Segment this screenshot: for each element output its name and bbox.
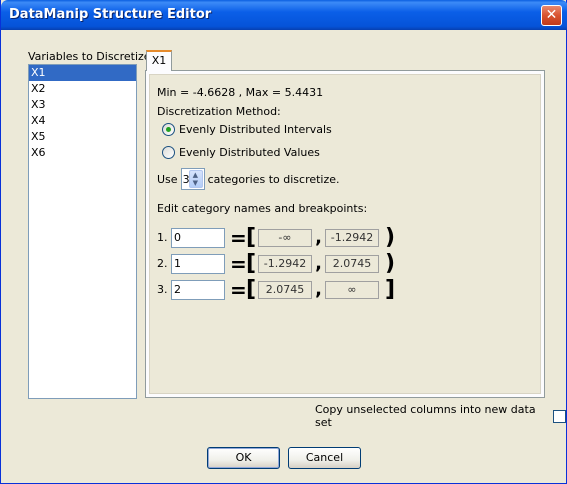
radio-label: Evenly Distributed Intervals	[179, 122, 332, 136]
title-bar[interactable]: DataManip Structure Editor ✕	[1, 0, 567, 30]
tab-x1[interactable]: X1	[146, 50, 172, 71]
copy-unselected-row[interactable]: Copy unselected columns into new data se…	[315, 403, 566, 429]
open-bracket: [	[246, 251, 257, 276]
list-item[interactable]: X3	[29, 97, 136, 113]
row-number: 1.	[157, 231, 168, 244]
spinner-arrows[interactable]: ▲ ▼	[188, 170, 203, 188]
use-categories-row: Use 3 ▲ ▼ categories to discretize.	[157, 168, 340, 190]
variables-label: Variables to Discretize:	[28, 50, 155, 63]
breakpoint-high[interactable]: -1.2942	[325, 228, 379, 247]
close-button[interactable]: ✕	[541, 5, 562, 26]
list-item[interactable]: X4	[29, 113, 136, 129]
open-bracket: [	[246, 225, 257, 250]
window-title: DataManip Structure Editor	[9, 7, 212, 22]
breakpoint-high: ∞	[325, 280, 379, 299]
ok-button[interactable]: OK	[207, 447, 280, 469]
radio-button[interactable]	[162, 122, 175, 136]
row-number: 3.	[157, 283, 168, 296]
method-label: Discretization Method:	[157, 105, 281, 118]
category-name-input[interactable]: 0	[171, 227, 225, 248]
comma: ,	[315, 279, 322, 300]
radio-evenly-values[interactable]: Evenly Distributed Values	[162, 144, 320, 160]
list-item[interactable]: X1	[29, 65, 136, 81]
use-suffix: categories to discretize.	[207, 172, 340, 186]
dialog-window: DataManip Structure Editor ✕ Variables t…	[0, 0, 567, 484]
equals-sign: =	[230, 277, 247, 302]
use-prefix: Use	[157, 172, 178, 186]
list-item[interactable]: X5	[29, 129, 136, 145]
comma: ,	[315, 227, 322, 248]
radio-button[interactable]	[162, 145, 175, 159]
radio-label: Evenly Distributed Values	[179, 145, 320, 159]
breakpoint-high[interactable]: 2.0745	[325, 254, 379, 273]
list-item[interactable]: X2	[29, 81, 136, 97]
category-row: 2. 1 = [ -1.2942 , 2.0745 )	[157, 251, 396, 276]
close-bracket: )	[385, 251, 396, 276]
equals-sign: =	[230, 251, 247, 276]
row-number: 2.	[157, 257, 168, 270]
breakpoint-low: 2.0745	[258, 280, 312, 299]
comma: ,	[315, 253, 322, 274]
category-row: 3. 2 = [ 2.0745 , ∞ ]	[157, 277, 396, 302]
variables-list[interactable]: X1 X2 X3 X4 X5 X6	[28, 64, 137, 399]
breakpoint-low: -1.2942	[258, 254, 312, 273]
list-item[interactable]: X6	[29, 145, 136, 161]
category-name-input[interactable]: 2	[171, 279, 225, 300]
cancel-button[interactable]: Cancel	[288, 447, 361, 469]
copy-checkbox[interactable]	[553, 409, 566, 423]
category-name-input[interactable]: 1	[171, 253, 225, 274]
radio-evenly-intervals[interactable]: Evenly Distributed Intervals	[162, 121, 332, 137]
equals-sign: =	[230, 225, 247, 250]
edit-label: Edit category names and breakpoints:	[157, 202, 368, 215]
breakpoint-low: -∞	[258, 228, 312, 247]
close-icon: ✕	[545, 7, 558, 23]
chevron-up-icon[interactable]: ▲	[193, 172, 198, 179]
copy-label: Copy unselected columns into new data se…	[315, 403, 536, 429]
chevron-down-icon[interactable]: ▼	[193, 180, 198, 187]
close-bracket: ]	[385, 277, 396, 302]
categories-spinner[interactable]: 3 ▲ ▼	[180, 168, 205, 190]
open-bracket: [	[246, 277, 257, 302]
category-row: 1. 0 = [ -∞ , -1.2942 )	[157, 225, 396, 250]
close-bracket: )	[385, 225, 396, 250]
min-max-text: Min = -4.6628 , Max = 5.4431	[157, 86, 324, 99]
